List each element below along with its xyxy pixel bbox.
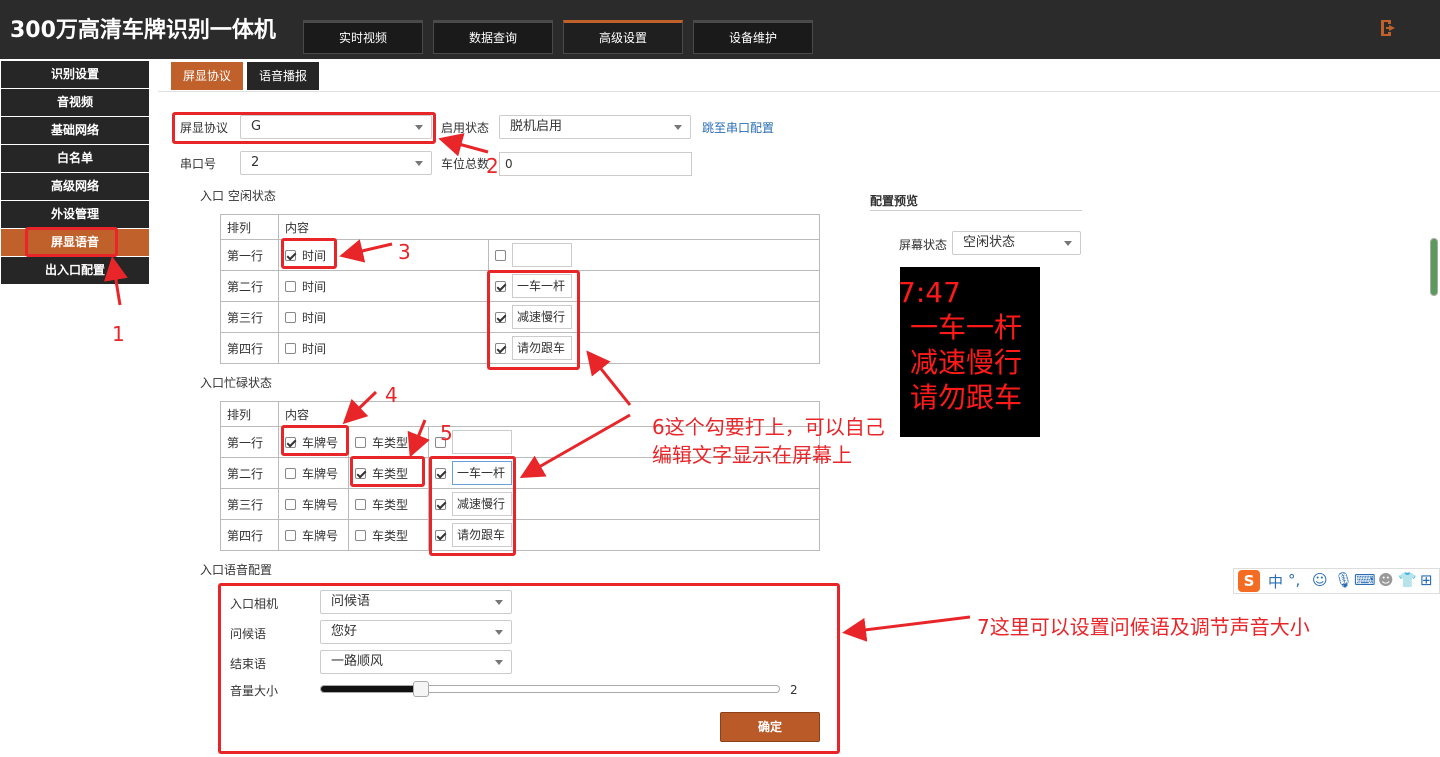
annotation-note: 编辑文字显示在屏幕上 <box>652 443 852 467</box>
annotation-note: 7这里可以设置问候语及调节声音大小 <box>977 615 1310 639</box>
annotation-number: 3 <box>398 240 411 264</box>
annotation-number: 2 <box>486 154 499 178</box>
annotation-note: 6这个勾要打上，可以自己 <box>652 415 885 439</box>
annotation-number: 5 <box>440 421 453 445</box>
annotation-arrows <box>104 133 971 642</box>
annotation-number: 1 <box>112 322 125 346</box>
annotation-number: 4 <box>385 383 398 407</box>
